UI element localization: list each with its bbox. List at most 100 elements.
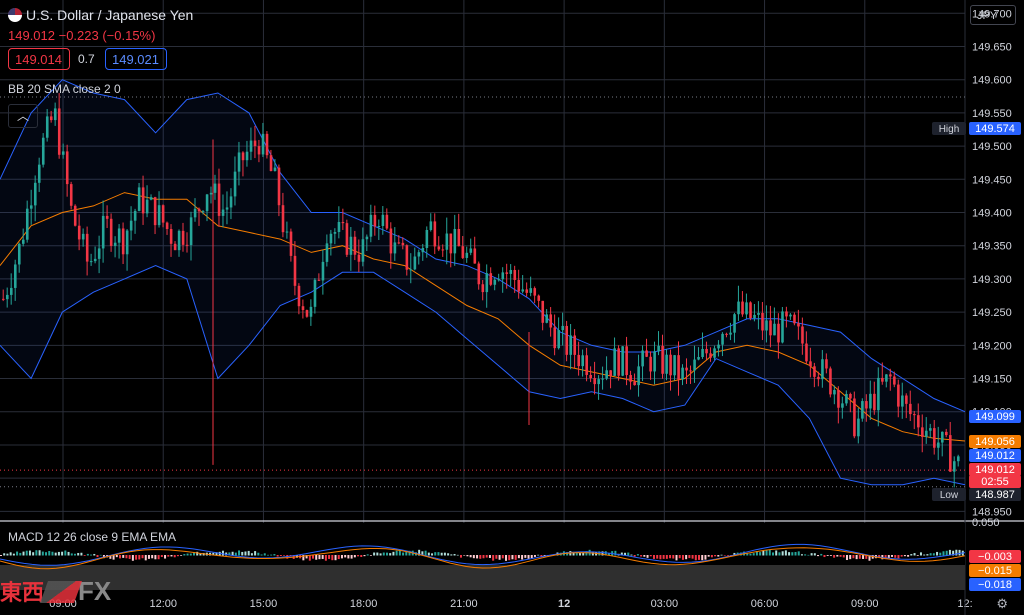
macd-histogram-bar	[855, 555, 858, 560]
candle-body	[725, 333, 728, 335]
macd-histogram-bar	[862, 555, 865, 559]
symbol-title[interactable]: U.S. Dollar / Japanese Yen	[8, 7, 193, 23]
macd-histogram-bar	[926, 554, 929, 556]
candle-body	[85, 233, 89, 262]
price-chart[interactable]: 149.700149.650149.600149.550149.500149.4…	[0, 0, 1024, 615]
logo-cjk: 東西	[0, 580, 45, 605]
macd-histogram-bar	[704, 555, 707, 560]
macd-histogram-bar	[907, 555, 910, 557]
candle-body	[501, 272, 505, 280]
price-label-value: 148.987	[975, 489, 1015, 501]
macd-histogram-bar	[829, 555, 832, 556]
macd-histogram-bar	[707, 555, 710, 557]
sell-price-button[interactable]: 149.014	[8, 48, 70, 70]
candle-body	[609, 370, 612, 376]
macd-histogram-bar	[958, 549, 961, 556]
candle-body	[105, 215, 109, 219]
macd-histogram-bar	[929, 553, 932, 556]
candle-body	[353, 236, 357, 255]
candle-body	[9, 287, 13, 295]
candle-body	[249, 140, 253, 152]
candle-body	[229, 196, 233, 208]
macd-histogram-bar	[331, 555, 334, 561]
candle-body	[425, 229, 429, 248]
macd-histogram-bar	[720, 554, 723, 556]
buy-price-button[interactable]: 149.021	[105, 48, 167, 70]
candle-body	[653, 351, 656, 372]
macd-histogram-bar	[804, 554, 807, 556]
chevron-up-icon[interactable]: ︿	[8, 104, 38, 128]
candle-body	[17, 243, 21, 265]
macd-histogram-bar	[640, 555, 643, 557]
candle-body	[769, 320, 772, 336]
macd-histogram-bar	[360, 555, 363, 558]
macd-histogram-bar	[122, 555, 125, 558]
currency-selector[interactable]: JPY	[970, 5, 1016, 25]
macd-histogram-bar	[151, 555, 154, 559]
macd-histogram-bar	[25, 550, 28, 556]
macd-histogram-bar	[347, 555, 350, 559]
settings-gear-icon[interactable]: ⚙	[996, 596, 1008, 612]
candle-body	[941, 431, 944, 443]
macd-histogram-bar	[453, 554, 456, 556]
macd-histogram-bar	[379, 553, 382, 556]
macd-histogram-bar	[450, 554, 453, 556]
candle-body	[361, 239, 365, 262]
macd-histogram-bar	[366, 554, 369, 556]
candle-body	[873, 393, 876, 411]
candle-body	[641, 350, 644, 367]
candle-body	[565, 325, 569, 355]
macd-histogram-bar	[665, 555, 668, 559]
macd-histogram-bar	[154, 555, 157, 560]
candle-body	[881, 377, 884, 382]
candle-body	[717, 344, 720, 349]
candle-body	[633, 381, 636, 386]
candle-body	[417, 252, 421, 257]
candle-body	[337, 222, 341, 233]
candle-body	[117, 228, 121, 243]
x-tick-label: 09:00	[851, 598, 879, 610]
macd-histogram-bar	[263, 553, 266, 556]
bb-indicator-label[interactable]: BB 20 SMA close 2 0	[8, 82, 121, 96]
candle-body	[437, 246, 441, 250]
macd-histogram-bar	[749, 553, 752, 556]
macd-histogram-bar	[93, 553, 96, 556]
price-change: 149.012 −0.223 (−0.15%)	[8, 28, 156, 43]
macd-histogram-bar	[630, 554, 633, 556]
macd-histogram-bar	[363, 555, 366, 557]
candle-body	[153, 197, 157, 226]
candle-body	[621, 346, 624, 376]
macd-histogram-bar	[427, 552, 430, 556]
x-tick-label: 21:00	[450, 598, 478, 610]
candle-body	[673, 355, 676, 376]
candle-body	[669, 354, 672, 376]
macd-histogram-bar	[800, 554, 803, 556]
candle-body	[657, 345, 660, 352]
macd-histogram-bar	[389, 553, 392, 556]
macd-histogram-bar	[701, 555, 704, 561]
candle-body	[705, 348, 708, 354]
candle-body	[225, 207, 229, 210]
macd-histogram-bar	[254, 551, 257, 556]
macd-histogram-bar	[180, 555, 183, 556]
macd-histogram-bar	[794, 552, 797, 556]
candle-body	[377, 226, 381, 228]
candle-body	[533, 288, 537, 296]
candle-body	[573, 335, 577, 355]
macd-histogram-bar	[443, 552, 446, 556]
macd-histogram-bar	[791, 552, 794, 556]
macd-histogram-bar	[916, 555, 919, 556]
macd-indicator-label[interactable]: MACD 12 26 close 9 EMA EMA	[8, 530, 176, 544]
macd-histogram-bar	[86, 553, 89, 556]
candle-body	[413, 256, 417, 270]
macd-histogram-bar	[482, 555, 485, 559]
macd-histogram-bar	[894, 555, 897, 558]
candle-body	[685, 367, 688, 371]
macd-histogram-bar	[765, 550, 768, 556]
macd-histogram-bar	[492, 555, 495, 561]
candle-body	[33, 182, 37, 206]
x-tick-label: 12:00	[149, 598, 177, 610]
macd-histogram-bar	[35, 550, 38, 556]
candle-body	[849, 393, 852, 399]
macd-histogram-bar	[678, 555, 681, 559]
